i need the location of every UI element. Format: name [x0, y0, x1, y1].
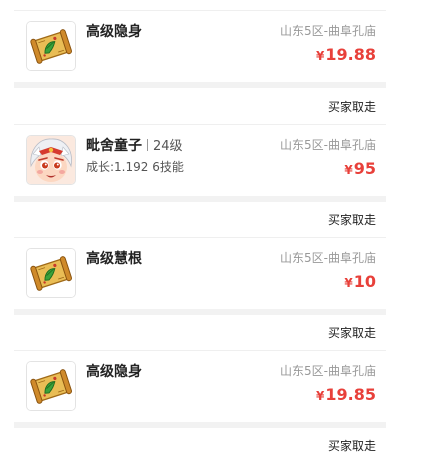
price-value: 19.85 — [325, 385, 376, 404]
item-name: 高级慧根 — [86, 251, 142, 267]
currency-symbol: ¥ — [316, 389, 325, 403]
price: ¥19.88 — [316, 45, 376, 64]
listing-card[interactable]: 毗舍童子 24级 成长:1.192 6技能 山东5区-曲阜孔庙 ¥95 — [14, 124, 386, 199]
price: ¥95 — [344, 159, 376, 178]
price: ¥19.85 — [316, 385, 376, 404]
buyer-pickup-status: 买家取走 — [327, 326, 376, 340]
server-label: 山东5区-曲阜孔庙 — [280, 364, 376, 378]
buyer-pickup-status: 买家取走 — [327, 439, 376, 453]
listing-card[interactable]: 高级慧根 山东5区-曲阜孔庙 ¥10 — [14, 237, 386, 312]
pet-level: 24级 — [153, 139, 183, 154]
item-name: 高级隐身 — [86, 364, 142, 380]
server-label: 山东5区-曲阜孔庙 — [280, 251, 376, 265]
scroll-icon — [26, 21, 76, 71]
scroll-icon — [26, 248, 76, 298]
price: ¥10 — [344, 272, 376, 291]
pet-growth-skills: 成长:1.192 6技能 — [86, 160, 184, 174]
listing-list: 高级隐身 山东5区-曲阜孔庙 ¥19.88 买家取走 毗舍童子 24级 成长:1.… — [14, 0, 386, 454]
section-separator — [14, 309, 386, 315]
buyer-pickup-status: 买家取走 — [327, 100, 376, 114]
listing-card[interactable]: 高级隐身 山东5区-曲阜孔庙 ¥19.88 — [14, 10, 386, 85]
server-label: 山东5区-曲阜孔庙 — [280, 138, 376, 152]
buyer-pickup-status: 买家取走 — [327, 213, 376, 227]
listing-card[interactable]: 高级隐身 山东5区-曲阜孔庙 ¥19.85 — [14, 350, 386, 425]
currency-symbol: ¥ — [316, 49, 325, 63]
currency-symbol: ¥ — [344, 163, 353, 177]
server-label: 山东5区-曲阜孔庙 — [280, 24, 376, 38]
section-separator — [14, 196, 386, 202]
pet-name: 毗舍童子 — [86, 138, 142, 154]
price-value: 19.88 — [325, 45, 376, 64]
child-pet-avatar-icon — [26, 135, 76, 185]
section-separator — [14, 422, 386, 428]
currency-symbol: ¥ — [344, 276, 353, 290]
price-value: 95 — [353, 159, 376, 178]
item-name: 高级隐身 — [86, 24, 142, 40]
item-name: 毗舍童子 24级 — [86, 135, 183, 155]
section-separator — [14, 82, 386, 88]
level-divider — [147, 139, 148, 151]
price-value: 10 — [353, 272, 376, 291]
scroll-icon — [26, 361, 76, 411]
